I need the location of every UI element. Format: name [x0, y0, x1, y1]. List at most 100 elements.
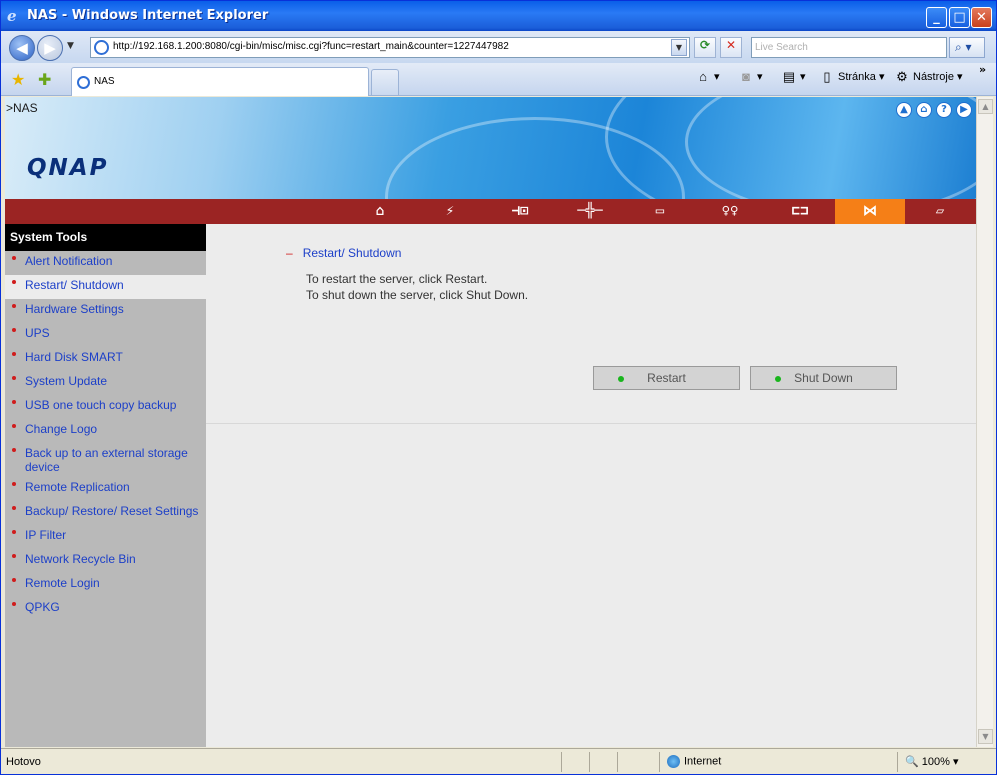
- sidebar-item-hardware-settings[interactable]: Hardware Settings: [5, 299, 206, 323]
- favorites-icon[interactable]: ★: [11, 70, 25, 89]
- sidebar-item-remote-replication[interactable]: Remote Replication: [5, 477, 206, 501]
- sidebar-title: System Tools: [5, 224, 206, 251]
- print-button[interactable]: ▤ ▾: [781, 70, 806, 84]
- address-text: http://192.168.1.200:8080/cgi-bin/misc/m…: [113, 41, 509, 52]
- bullet-icon: [12, 376, 16, 380]
- breadcrumb: >NAS: [6, 101, 38, 115]
- sidebar-item-remote-login[interactable]: Remote Login: [5, 573, 206, 597]
- address-dropdown-icon[interactable]: ▼: [671, 39, 687, 56]
- home-icon[interactable]: ⌂: [916, 102, 932, 118]
- search-button[interactable]: ⌕ ▾: [949, 37, 985, 58]
- sidebar-item-restart-shutdown[interactable]: Restart/ Shutdown: [5, 275, 206, 299]
- logout-icon[interactable]: ▶: [956, 102, 972, 118]
- page-menu-label: Stránka: [838, 71, 876, 83]
- restart-button-label: Restart: [647, 371, 686, 385]
- bullet-icon: [12, 352, 16, 356]
- sidebar-item-hard-disk-smart[interactable]: Hard Disk SMART: [5, 347, 206, 371]
- sidebar-item-label: Change Logo: [25, 422, 98, 436]
- bullet-icon: [12, 424, 16, 428]
- section-title-text: Restart/ Shutdown: [302, 246, 402, 260]
- main-nav-bar: ⌂ ⚡ ⊣⊡ ─╬─ ▭ ♀♀ ⊏⊐ ⋈ ▱: [5, 199, 976, 224]
- add-favorite-icon[interactable]: ✚: [38, 70, 51, 89]
- bullet-icon: [12, 304, 16, 308]
- sidebar-item-backup-restore[interactable]: Backup/ Restore/ Reset Settings: [5, 501, 206, 525]
- zoom-level: 100%: [921, 756, 950, 768]
- nav-system-icon[interactable]: ⊣⊡: [485, 199, 555, 224]
- refresh-button[interactable]: ⟳: [694, 37, 716, 58]
- stop-button[interactable]: ✕: [720, 37, 742, 58]
- page-menu[interactable]: ▯ Stránka ▾: [819, 70, 884, 84]
- tools-menu[interactable]: ⚙ Nástroje ▾: [894, 70, 962, 84]
- scroll-up-icon[interactable]: ▲: [978, 99, 993, 114]
- scroll-down-icon[interactable]: ▼: [978, 729, 993, 744]
- sidebar-item-ip-filter[interactable]: IP Filter: [5, 525, 206, 549]
- help-icon[interactable]: ?: [936, 102, 952, 118]
- search-input[interactable]: Live Search: [751, 37, 947, 58]
- collapse-icon[interactable]: –: [286, 246, 293, 260]
- sidebar-item-usb-copy[interactable]: USB one touch copy backup: [5, 395, 206, 419]
- nav-status-icon[interactable]: ▱: [905, 199, 975, 224]
- feeds-button[interactable]: ◙ ▾: [738, 70, 762, 84]
- nav-home-icon[interactable]: ⌂: [345, 199, 415, 224]
- up-icon[interactable]: ▲: [896, 102, 912, 118]
- maximize-button[interactable]: □: [949, 7, 970, 28]
- sidebar-item-change-logo[interactable]: Change Logo: [5, 419, 206, 443]
- close-button[interactable]: ✕: [971, 7, 992, 28]
- zoom-control[interactable]: 🔍 100% ▾: [905, 755, 958, 768]
- tab-label: NAS: [94, 76, 115, 87]
- bullet-icon: [12, 554, 16, 558]
- new-tab-button[interactable]: [371, 69, 399, 95]
- status-text: Hotovo: [6, 756, 41, 768]
- sidebar-item-label: System Update: [25, 374, 108, 388]
- sidebar-item-label: Back up to an external storage device: [25, 446, 188, 474]
- sidebar-item-qpkg[interactable]: QPKG: [5, 597, 206, 621]
- nav-network-icon[interactable]: ─╬─: [555, 199, 625, 224]
- bullet-icon: [12, 328, 16, 332]
- sidebar-item-label: Network Recycle Bin: [25, 552, 136, 566]
- security-zone[interactable]: Internet: [667, 755, 721, 768]
- sidebar-item-label: Hard Disk SMART: [25, 350, 123, 364]
- sidebar-item-label: Remote Replication: [25, 480, 130, 494]
- tab-toolbar: ★ ✚ NAS ⌂ ▾ ◙ ▾ ▤ ▾ ▯ Stránka ▾ ⚙ Nástroje ▾ …: [1, 63, 996, 96]
- nav-share-icon[interactable]: ⊏⊐: [765, 199, 835, 224]
- bullet-icon: [12, 602, 16, 606]
- nav-disk-icon[interactable]: ▭: [625, 199, 695, 224]
- status-divider: [659, 752, 660, 772]
- nav-wizard-icon[interactable]: ⚡: [415, 199, 485, 224]
- ie-icon: e: [7, 7, 17, 25]
- sidebar-item-ups[interactable]: UPS: [5, 323, 206, 347]
- green-dot-icon: [775, 376, 781, 382]
- minimize-button[interactable]: _: [926, 7, 947, 28]
- shutdown-button[interactable]: Shut Down: [750, 366, 897, 390]
- address-field[interactable]: http://192.168.1.200:8080/cgi-bin/misc/m…: [90, 37, 690, 58]
- tab-page-icon: [77, 76, 90, 89]
- sidebar-item-external-backup[interactable]: Back up to an external storage device: [5, 443, 206, 477]
- sidebar-item-alert-notification[interactable]: Alert Notification: [5, 251, 206, 275]
- sidebar-item-recycle-bin[interactable]: Network Recycle Bin: [5, 549, 206, 573]
- nav-users-icon[interactable]: ♀♀: [695, 199, 765, 224]
- home-button[interactable]: ⌂ ▾: [695, 69, 719, 85]
- bullet-icon: [12, 482, 16, 486]
- home-icon: ⌂: [699, 69, 707, 85]
- page-icon: [94, 40, 109, 55]
- bullet-icon: [12, 506, 16, 510]
- history-dropdown-icon[interactable]: ▼: [67, 41, 74, 51]
- status-divider: [589, 752, 590, 772]
- sidebar: System Tools Alert Notification Restart/…: [5, 224, 206, 747]
- back-button[interactable]: ◀: [9, 35, 35, 61]
- bullet-icon: [12, 256, 16, 260]
- overflow-chevron-icon[interactable]: »: [979, 63, 986, 76]
- address-toolbar: ◀ ▶ ▼ http://192.168.1.200:8080/cgi-bin/…: [1, 31, 996, 63]
- sidebar-item-label: USB one touch copy backup: [25, 398, 177, 412]
- restart-button[interactable]: Restart: [593, 366, 740, 390]
- section-title: – Restart/ Shutdown: [286, 246, 401, 260]
- status-divider: [617, 752, 618, 772]
- bullet-icon: [12, 400, 16, 404]
- shutdown-instructions: To shut down the server, click Shut Down…: [306, 288, 529, 302]
- zoom-icon: 🔍: [905, 756, 919, 768]
- vertical-scrollbar[interactable]: ▲ ▼: [976, 97, 993, 747]
- sidebar-item-system-update[interactable]: System Update: [5, 371, 206, 395]
- nav-tools-icon[interactable]: ⋈: [835, 199, 905, 224]
- tab-nas[interactable]: NAS: [71, 67, 369, 96]
- forward-button[interactable]: ▶: [37, 35, 63, 61]
